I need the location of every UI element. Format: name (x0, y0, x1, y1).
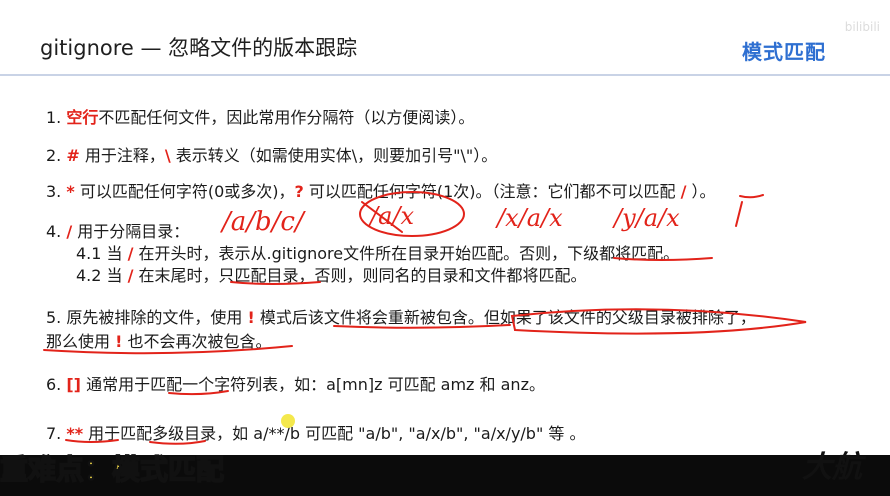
strike-mark (361, 201, 403, 233)
rule-keyword: # (66, 146, 80, 165)
handwriting-1: /a/b/c/ (219, 207, 306, 237)
rule-1: 1. 空行不匹配任何文件，因此常用作分隔符（以方便阅读）。 (46, 104, 474, 128)
rule-text: 用于注释， (79, 146, 165, 165)
rule-number: 7. (46, 424, 67, 443)
rule-text: 用于匹配多级目录，如 a/**/b 可匹配 "a/b", "a/x/b", "a… (83, 424, 586, 443)
watermark: bilibili (844, 20, 880, 34)
rule-keyword: ** (66, 424, 84, 443)
rule-5-line-2: 那么使用 ! 也不会再次被包含。 (46, 328, 271, 352)
rule-text: 在开头时，表示从.gitignore文件所在目录开始匹配。否则，下级都将匹配。 (133, 244, 680, 263)
rule-text: 可以匹配任何字符(0或多次)， (74, 182, 295, 201)
rule-text: 模式后该文件将会重新被包含。但如果了该文件的父级目录被排除了， (254, 308, 756, 327)
rule-number: 6. (46, 375, 67, 394)
rule-text: 4.2 当 (76, 266, 128, 285)
tick-mark (735, 201, 743, 227)
pointer-highlight-icon (281, 414, 295, 428)
rule-text: 4.1 当 (76, 244, 128, 263)
rule-number: 2. (46, 146, 67, 165)
header-divider (0, 74, 890, 76)
rule-6: 6. [] 通常用于匹配一个字符列表，如：a[mn]z 可匹配 amz 和 an… (46, 371, 545, 395)
page-title: gitignore — 忽略文件的版本跟踪 (40, 36, 358, 60)
rule-4-2: 4.2 当 / 在末尾时，只匹配目录，否则，则同名的目录和文件都将匹配。 (76, 262, 587, 286)
rule-keyword: ? (294, 182, 304, 201)
rule-keyword: * (66, 182, 75, 201)
handwriting-4: /y/a/x (612, 204, 680, 232)
rule-text: 不匹配任何文件，因此常用作分隔符（以方便阅读）。 (98, 108, 475, 127)
rule-keyword: 空行 (66, 108, 99, 127)
rule-number: 5. (46, 308, 67, 327)
rule-text: ）。 (686, 182, 716, 201)
rule-3: 3. * 可以匹配任何字符(0或多次)，? 可以匹配任何字符(1次)。（注意：它… (46, 178, 716, 202)
rule-4-1: 4.1 当 / 在开头时，表示从.gitignore文件所在目录开始匹配。否则，… (76, 240, 679, 264)
rule-text: 原先被排除的文件，使用 (66, 308, 248, 327)
section-tag: 模式匹配 (742, 40, 826, 64)
rule-text: 通常用于匹配一个字符列表，如：a[mn]z 可匹配 amz 和 anz。 (80, 375, 545, 394)
rule-text: 用于分隔目录： (72, 222, 190, 241)
rule-text: 也不会再次被包含。 (122, 332, 272, 351)
rule-number: 3. (46, 182, 67, 201)
rule-number: 1. (46, 108, 67, 127)
rule-keyword: ! (247, 308, 255, 327)
rule-text: 那么使用 (46, 332, 116, 351)
rule-text: 可以匹配任何字符(1次)。（注意：它们都不可以匹配 (303, 182, 681, 201)
rule-5: 5. 原先被排除的文件，使用 ! 模式后该文件将会重新被包含。但如果了该文件的父… (46, 304, 756, 328)
handwriting-3: /x/a/x (495, 204, 563, 232)
rule-text: 在末尾时，只匹配目录，否则，则同名的目录和文件都将匹配。 (133, 266, 587, 285)
rule-number: 4. (46, 222, 67, 241)
underline-mark (739, 194, 764, 199)
rule-keyword: [] (66, 375, 81, 394)
handwriting-2: /a/x (368, 202, 414, 230)
rule-7: 7. ** 用于匹配多级目录，如 a/**/b 可匹配 "a/b", "a/x/… (46, 420, 586, 444)
rule-text: 表示转义（如需使用实体\，则要加引号"\"）。 (170, 146, 498, 165)
slide: gitignore — 忽略文件的版本跟踪 bilibili 模式匹配 1. 空… (0, 0, 890, 455)
rule-4: 4. / 用于分隔目录： (46, 218, 189, 242)
rule-2: 2. # 用于注释，\ 表示转义（如需使用实体\，则要加引号"\"）。 (46, 142, 497, 166)
logo: 大航 (802, 450, 862, 485)
caption: 重难点：模式匹配 (0, 452, 225, 487)
